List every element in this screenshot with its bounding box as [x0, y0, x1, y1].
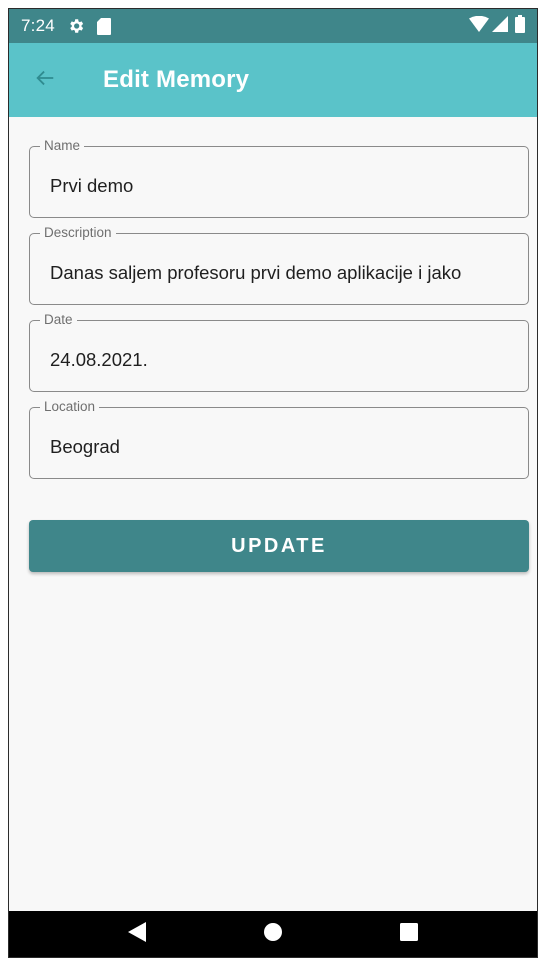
device-frame: 7:24 Edit Memory Name Prvi demo Descript… [8, 8, 538, 958]
battery-icon [515, 14, 525, 38]
app-bar: Edit Memory [9, 43, 537, 117]
nav-home-button[interactable] [249, 914, 297, 954]
location-field-container: Location [29, 400, 529, 479]
home-circle-icon [263, 922, 283, 947]
page-title: Edit Memory [103, 66, 250, 93]
location-field[interactable] [29, 407, 529, 479]
name-field[interactable] [29, 146, 529, 218]
status-time: 7:24 [21, 16, 55, 35]
status-right-icons [469, 14, 525, 38]
name-field-container: Name [29, 139, 529, 218]
navigation-bar [9, 911, 537, 957]
nav-recents-button[interactable] [385, 914, 433, 954]
gear-icon [67, 17, 85, 35]
status-bar: 7:24 [9, 9, 537, 43]
nav-back-button[interactable] [113, 914, 161, 954]
edit-memory-form: Name Description Date Location [29, 139, 529, 494]
wifi-icon [469, 15, 489, 37]
back-triangle-icon [128, 921, 146, 947]
arrow-back-icon [34, 67, 56, 94]
update-button[interactable]: UPDATE [29, 520, 529, 572]
recents-square-icon [400, 922, 418, 946]
date-field-container: Date [29, 313, 529, 392]
description-field-container: Description [29, 226, 529, 305]
signal-icon [492, 15, 508, 37]
back-button[interactable] [17, 52, 73, 108]
sd-card-icon [96, 17, 111, 35]
description-field[interactable] [29, 233, 529, 305]
date-field[interactable] [29, 320, 529, 392]
